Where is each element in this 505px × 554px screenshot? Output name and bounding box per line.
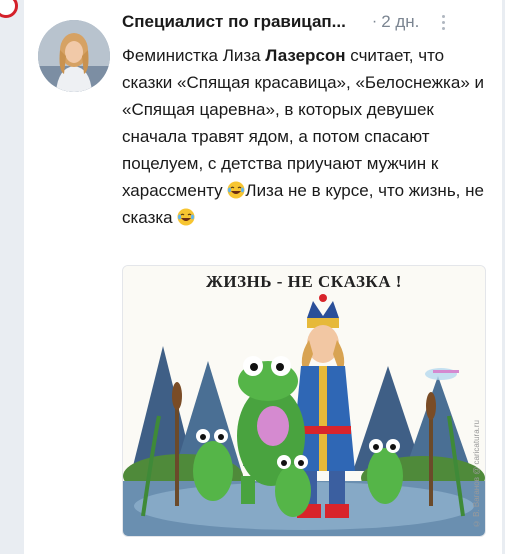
post-card: Специалист по гравицап... · 2 дн. Фемини… <box>24 0 502 554</box>
post-header: Специалист по гравицап... · 2 дн. <box>122 12 492 32</box>
laughing-tears-icon <box>177 207 195 226</box>
post-text-part: считает, что сказки «Спящая красавица», … <box>122 46 484 200</box>
laughing-tears-icon <box>227 180 245 199</box>
separator-dot: · <box>371 13 378 30</box>
image-caption: ЖИЗНЬ - НЕ СКАЗКА ! <box>206 272 402 291</box>
image-watermark: © В. Ваганов @ caricatura.ru <box>472 419 481 528</box>
more-options-icon[interactable] <box>439 14 447 30</box>
author-name[interactable]: Специалист по гравицап... <box>122 12 346 32</box>
avatar[interactable] <box>38 20 110 92</box>
app-logo <box>0 0 18 18</box>
post-text: Феминистка Лиза Лазерсон считает, что ск… <box>122 42 492 231</box>
post-age: 2 дн. <box>381 12 420 31</box>
post-text-name: Лазерсон <box>265 46 346 65</box>
post-text-part: Феминистка Лиза <box>122 46 266 65</box>
post-image[interactable]: ЖИЗНЬ - НЕ СКАЗКА ! © В. Ваганов @ caric… <box>122 265 486 537</box>
